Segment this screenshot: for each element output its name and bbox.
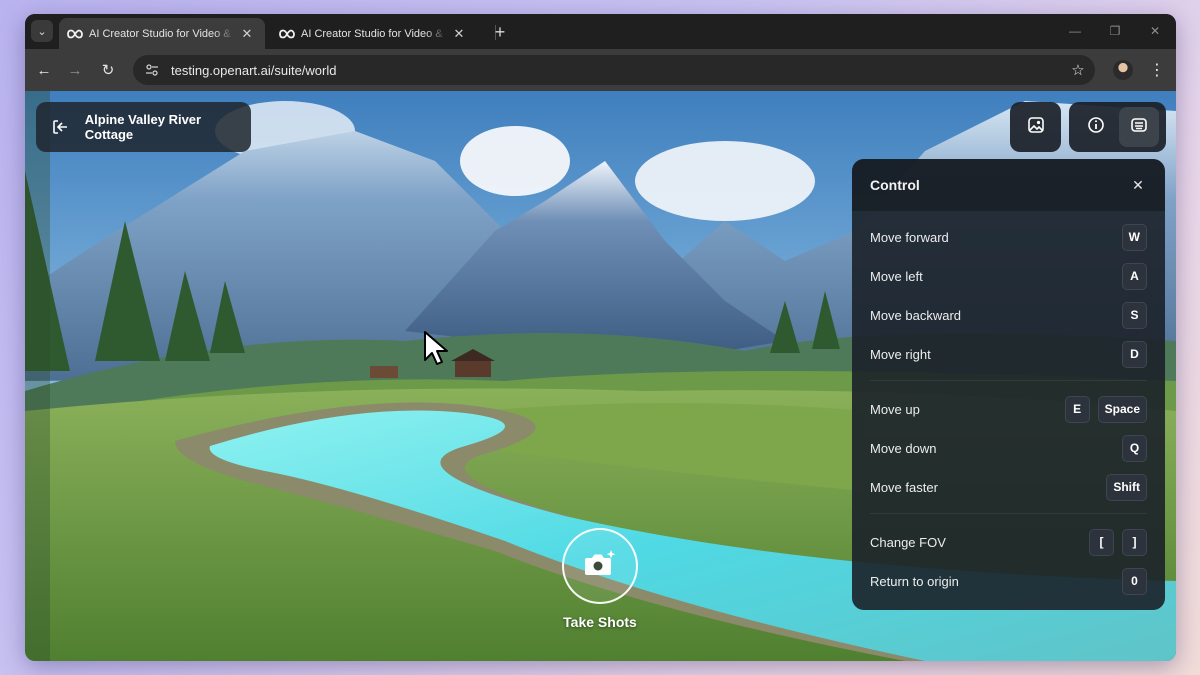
exit-icon[interactable]: [51, 117, 71, 137]
site-settings-icon[interactable]: [143, 61, 161, 79]
reload-icon: ↻: [101, 62, 115, 79]
control-action: Return to origin: [870, 573, 959, 589]
section-divider: [870, 513, 1147, 514]
more-vertical-icon: ⋮: [1149, 62, 1165, 79]
reload-button[interactable]: ↻: [97, 59, 119, 81]
keycap: Q: [1122, 434, 1147, 462]
keycap: D: [1122, 340, 1147, 368]
control-row-move-right: Move right D: [852, 340, 1165, 368]
gallery-button-group: [1010, 102, 1061, 152]
browser-menu-button[interactable]: ⋮: [1146, 59, 1168, 81]
browser-toolbar: ← → ↻ testing.openart.ai/suite/world ☆ ⋮: [25, 49, 1176, 91]
keycap: W: [1121, 223, 1147, 251]
keycap: Shift: [1106, 473, 1147, 501]
image-gallery-icon: [1027, 116, 1045, 139]
keycap: E: [1064, 395, 1090, 423]
control-panel-header: Control ✕: [852, 159, 1165, 211]
new-tab-button[interactable]: +: [489, 21, 511, 43]
url-text[interactable]: testing.openart.ai/suite/world: [171, 63, 1065, 78]
control-row-move-up: Move up E Space: [852, 395, 1165, 423]
browser-window: ⌄ AI Creator Studio for Video & Image ✕ …: [25, 14, 1176, 661]
take-shots-button[interactable]: [562, 528, 638, 604]
info-icon: [1087, 116, 1105, 139]
control-panel: Control ✕ Move forward W Move left A Mov…: [852, 159, 1165, 610]
section-divider: [870, 380, 1147, 381]
keycap: ]: [1122, 528, 1147, 556]
control-panel-title: Control: [870, 177, 920, 193]
world-viewport[interactable]: Alpine Valley River Cottage Control ✕ Mo…: [25, 91, 1176, 661]
control-action: Move right: [870, 346, 931, 362]
world-title: Alpine Valley River Cottage: [84, 112, 202, 142]
keycap: [: [1089, 528, 1114, 556]
control-row-return-origin: Return to origin 0: [852, 567, 1165, 595]
close-icon[interactable]: ✕: [1129, 177, 1147, 194]
close-tab-icon[interactable]: ✕: [451, 26, 467, 42]
keycap: A: [1122, 262, 1147, 290]
restore-button[interactable]: ❐: [1100, 20, 1130, 42]
control-action: Move up: [870, 401, 920, 417]
profile-avatar[interactable]: [1113, 60, 1133, 80]
keycap: S: [1122, 301, 1147, 329]
tab-title: AI Creator Studio for Video & Image: [89, 27, 235, 40]
take-shots-label: Take Shots: [563, 614, 637, 630]
tab-openart-2[interactable]: AI Creator Studio for Video & Image ✕: [271, 18, 477, 49]
control-row-move-forward: Move forward W: [852, 223, 1165, 251]
control-row-move-faster: Move faster Shift: [852, 473, 1165, 501]
control-action: Move backward: [870, 307, 962, 323]
keycap: 0: [1122, 567, 1147, 595]
control-row-move-down: Move down Q: [852, 434, 1165, 462]
gallery-button[interactable]: [1016, 107, 1056, 147]
close-tab-icon[interactable]: ✕: [239, 26, 255, 42]
openart-infinity-icon: [67, 26, 83, 42]
chevron-down-icon: ⌄: [37, 25, 47, 38]
bookmark-star-icon[interactable]: ☆: [1065, 61, 1091, 79]
forward-button[interactable]: →: [64, 59, 86, 81]
control-action: Move faster: [870, 479, 938, 495]
control-row-move-left: Move left A: [852, 262, 1165, 290]
tab-title: AI Creator Studio for Video & Image: [301, 27, 447, 40]
tab-openart-1[interactable]: AI Creator Studio for Video & Image ✕: [59, 18, 265, 49]
camera-sparkle-icon: [583, 549, 617, 584]
view-options-group: [1069, 102, 1166, 152]
info-button[interactable]: [1076, 107, 1116, 147]
control-row-move-backward: Move backward S: [852, 301, 1165, 329]
restore-icon: ❐: [1109, 24, 1121, 38]
close-icon: ✕: [1149, 24, 1161, 38]
address-bar[interactable]: testing.openart.ai/suite/world ☆: [133, 55, 1095, 85]
arrow-left-icon: ←: [36, 61, 52, 79]
controls-button[interactable]: [1119, 107, 1160, 147]
close-window-button[interactable]: ✕: [1140, 20, 1170, 42]
control-action: Move forward: [870, 229, 949, 245]
keyboard-controls-icon: [1130, 116, 1148, 139]
tab-strip: ⌄ AI Creator Studio for Video & Image ✕ …: [25, 14, 1176, 49]
mouse-cursor-icon: [424, 331, 448, 365]
keycap: Space: [1097, 395, 1147, 423]
minimize-icon: —: [1069, 24, 1081, 38]
minimize-button[interactable]: —: [1060, 20, 1090, 42]
plus-icon: +: [494, 21, 506, 42]
openart-infinity-icon: [279, 26, 295, 42]
control-action: Move down: [870, 440, 937, 456]
tab-search-button[interactable]: ⌄: [31, 20, 53, 42]
control-action: Change FOV: [870, 534, 946, 550]
control-row-change-fov: Change FOV [ ]: [852, 528, 1165, 556]
arrow-right-icon: →: [67, 61, 83, 79]
back-button[interactable]: ←: [33, 59, 55, 81]
control-action: Move left: [870, 268, 923, 284]
world-title-pill[interactable]: Alpine Valley River Cottage: [36, 102, 251, 152]
